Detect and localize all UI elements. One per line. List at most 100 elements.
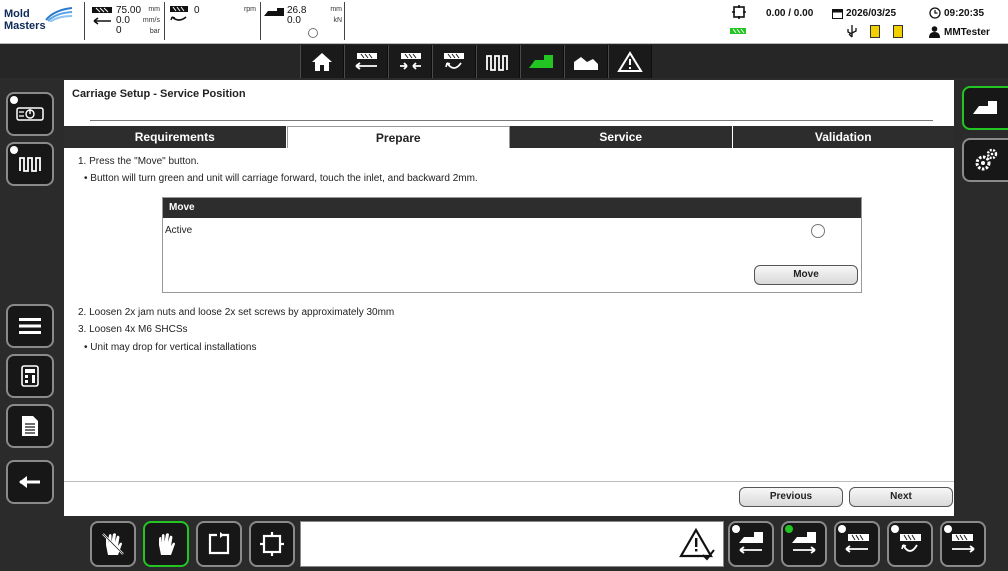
back-button[interactable] bbox=[6, 460, 54, 504]
heater-icon bbox=[486, 54, 508, 71]
carriage-back-button[interactable] bbox=[728, 521, 774, 567]
home-icon bbox=[312, 52, 332, 71]
alarm-warning-icon bbox=[617, 50, 643, 72]
injection-retract-button[interactable] bbox=[344, 45, 388, 78]
bottom-bar bbox=[0, 516, 1008, 571]
screw-rotate-button[interactable] bbox=[432, 45, 476, 78]
injection-retract-bottom-button[interactable] bbox=[834, 521, 880, 567]
user-icon[interactable] bbox=[929, 26, 940, 38]
heater-side-button[interactable] bbox=[6, 142, 54, 186]
tab-validation[interactable]: Validation bbox=[732, 126, 954, 148]
move-button[interactable]: Move bbox=[754, 265, 858, 285]
step-3-bullet: • Unit may drop for vertical installatio… bbox=[84, 342, 257, 353]
calculator-button[interactable] bbox=[6, 354, 54, 398]
document-icon bbox=[22, 416, 38, 436]
tab-requirements[interactable]: Requirements bbox=[64, 126, 287, 148]
injection-position-unit: mm bbox=[148, 6, 160, 13]
carriage-back-icon bbox=[739, 532, 763, 554]
screw-rotate-bottom-button[interactable] bbox=[887, 521, 933, 567]
menu-icon bbox=[19, 318, 41, 334]
injection-unit-icon bbox=[92, 7, 112, 13]
calculator-icon bbox=[21, 365, 39, 387]
carriage-setup-tab[interactable] bbox=[962, 86, 1008, 130]
injection-forward-icon bbox=[952, 534, 975, 553]
carriage-position-unit: mm bbox=[330, 6, 342, 13]
carriage-nav-button[interactable] bbox=[520, 45, 564, 78]
step-3-text: 3. Loosen 4x M6 SHCSs bbox=[78, 324, 188, 335]
injection-hold-icon bbox=[400, 52, 421, 70]
title-divider bbox=[90, 120, 933, 121]
auto-cycle-button[interactable] bbox=[249, 521, 295, 567]
logo-wave-icon bbox=[45, 7, 73, 22]
cycle-auto-icon bbox=[732, 5, 746, 19]
carriage-forward-button[interactable] bbox=[781, 521, 827, 567]
move-panel: Move Active Move bbox=[162, 197, 862, 293]
carriage-forward-icon bbox=[792, 532, 816, 554]
move-panel-header: Move bbox=[163, 198, 861, 218]
carriage-force-value: 0.0 bbox=[287, 15, 301, 26]
counter-readout: 0.00 / 0.00 bbox=[766, 8, 814, 19]
carriage-icon bbox=[529, 54, 553, 68]
power-button[interactable] bbox=[6, 92, 54, 136]
tab-prepare[interactable]: Prepare bbox=[286, 126, 510, 148]
injection-hold-button[interactable] bbox=[388, 45, 432, 78]
injection-forward-button[interactable] bbox=[940, 521, 986, 567]
back-arrow-icon bbox=[19, 476, 40, 488]
menu-button[interactable] bbox=[6, 304, 54, 348]
footer-divider bbox=[64, 481, 954, 482]
screw-rotate-icon bbox=[170, 6, 188, 21]
manual-mode-button[interactable] bbox=[143, 521, 189, 567]
screw-rotate-icon bbox=[900, 534, 921, 552]
screw-rpm-value: 0 bbox=[194, 5, 200, 16]
alarm-acknowledge-icon[interactable] bbox=[679, 528, 715, 562]
nav-bar bbox=[0, 44, 1008, 78]
profile-chart-icon bbox=[574, 56, 598, 70]
storage-card-icon bbox=[870, 25, 880, 38]
document-button[interactable] bbox=[6, 404, 54, 448]
top-status-bar: Mold Masters 75.00 0.0 0 mm mm/s bar 0 r… bbox=[0, 0, 1008, 44]
tab-service[interactable]: Service bbox=[510, 126, 733, 148]
heater-icon bbox=[19, 157, 41, 172]
screw-rotate-icon bbox=[444, 52, 464, 69]
time-readout: 09:20:35 bbox=[944, 8, 985, 19]
carriage-force-unit: kN bbox=[333, 17, 342, 24]
settings-gears-icon bbox=[975, 148, 998, 171]
main-panel: Carriage Setup - Service Position Requir… bbox=[64, 80, 954, 516]
arrow-left-icon bbox=[93, 17, 111, 25]
carriage-icon bbox=[973, 101, 997, 114]
carriage-icon bbox=[264, 8, 284, 16]
step-2-text: 2. Loosen 2x jam nuts and loose 2x set s… bbox=[78, 307, 395, 318]
user-name[interactable]: MMTester bbox=[944, 27, 990, 38]
injection-pressure-unit: bar bbox=[149, 28, 160, 35]
cycle-start-icon bbox=[208, 532, 230, 555]
heater-button[interactable] bbox=[476, 45, 520, 78]
clock-icon bbox=[929, 7, 941, 19]
step-1-bullet: • Button will turn green and unit will c… bbox=[84, 173, 478, 184]
active-indicator bbox=[811, 224, 825, 238]
profile-chart-button[interactable] bbox=[564, 45, 608, 78]
injection-retract-icon bbox=[845, 534, 869, 553]
injection-speed-unit: mm/s bbox=[142, 17, 160, 24]
page-title: Carriage Setup - Service Position bbox=[72, 88, 246, 100]
alarm-button[interactable] bbox=[608, 45, 652, 78]
manual-hand-icon bbox=[159, 533, 175, 555]
active-label: Active bbox=[165, 225, 193, 236]
screw-rpm-unit: rpm bbox=[243, 6, 256, 13]
injection-status-icon bbox=[730, 28, 746, 34]
step-tabs: Requirements Prepare Service Validation bbox=[64, 126, 954, 148]
mold-masters-logo: Mold Masters bbox=[4, 6, 80, 38]
step-1-text: 1. Press the "Move" button. bbox=[78, 156, 200, 167]
home-button[interactable] bbox=[300, 45, 344, 78]
settings-tab[interactable] bbox=[962, 138, 1008, 182]
message-area bbox=[300, 521, 724, 567]
usb-icon bbox=[847, 25, 857, 38]
power-icon bbox=[16, 107, 44, 121]
calendar-icon bbox=[832, 9, 843, 19]
single-cycle-button[interactable] bbox=[196, 521, 242, 567]
manual-hand-crossed-icon bbox=[102, 533, 124, 555]
next-button[interactable]: Next bbox=[849, 487, 953, 507]
carriage-status-indicator bbox=[308, 28, 318, 38]
previous-button[interactable]: Previous bbox=[739, 487, 843, 507]
manual-off-button[interactable] bbox=[90, 521, 136, 567]
injection-retract-icon bbox=[355, 52, 377, 70]
